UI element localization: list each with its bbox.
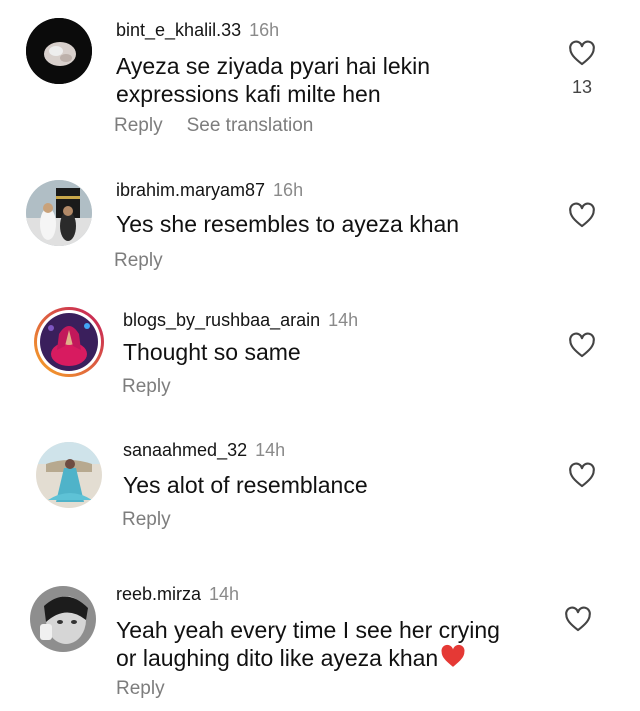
see-translation-button[interactable]: See translation xyxy=(187,115,314,136)
comment-text: Yes alot of resemblance xyxy=(123,471,368,499)
comment-actions: Reply xyxy=(116,678,165,700)
comment-text-line: or laughing dito like ayeza khan xyxy=(116,645,439,671)
username-link[interactable]: blogs_by_rushbaa_arain xyxy=(123,310,320,330)
comment-text-line: Yes she resembles to ayeza khan xyxy=(116,211,460,237)
heart-outline-icon[interactable] xyxy=(568,40,596,66)
avatar-image xyxy=(26,18,92,84)
avatar[interactable] xyxy=(36,442,102,508)
comment-item: sanaahmed_32 14h Yes alot of resemblance … xyxy=(0,420,640,570)
comment-actions: Reply See translation xyxy=(114,115,313,137)
comment-header: sanaahmed_32 14h xyxy=(123,440,285,461)
avatar-image xyxy=(26,180,92,246)
timestamp: 14h xyxy=(255,440,286,460)
reply-button[interactable]: Reply xyxy=(116,678,165,699)
heart-outline-icon[interactable] xyxy=(568,332,596,358)
comment-text: Yes she resembles to ayeza khan xyxy=(116,210,459,238)
comment-actions: Reply xyxy=(114,250,163,272)
reply-button[interactable]: Reply xyxy=(114,250,163,271)
comment-text-line: Thought so same xyxy=(123,339,301,365)
comment-header: reeb.mirza 14h xyxy=(116,584,239,605)
comment-header: blogs_by_rushbaa_arain 14h xyxy=(123,310,358,331)
avatar-image xyxy=(36,442,102,508)
username-link[interactable]: sanaahmed_32 xyxy=(123,440,247,460)
comment-text-line: Yeah yeah every time I see her crying xyxy=(116,617,500,643)
comment-text-line: Ayeza se ziyada pyari hai lekin xyxy=(116,53,431,79)
reply-button[interactable]: Reply xyxy=(122,376,171,397)
avatar-image xyxy=(34,307,104,377)
reply-button[interactable]: Reply xyxy=(114,115,163,136)
comment-header: ibrahim.maryam87 16h xyxy=(116,180,303,201)
reply-button[interactable]: Reply xyxy=(122,509,171,530)
username-link[interactable]: ibrahim.maryam87 xyxy=(116,180,265,200)
timestamp: 16h xyxy=(249,20,280,40)
comment-text: Thought so same xyxy=(123,338,301,366)
comment-item: bint_e_khalil.33 16h Ayeza se ziyada pyar… xyxy=(0,0,640,160)
username-link[interactable]: reeb.mirza xyxy=(116,584,201,604)
comment-text-line: Yes alot of resemblance xyxy=(123,472,368,498)
comment-text: Yeah yeah every time I see her crying or… xyxy=(116,616,500,674)
avatar[interactable] xyxy=(30,586,96,652)
avatar[interactable] xyxy=(26,18,92,84)
avatar[interactable] xyxy=(26,180,92,246)
comment-actions: Reply xyxy=(122,376,171,398)
timestamp: 14h xyxy=(328,310,359,330)
timestamp: 14h xyxy=(209,584,240,604)
comment-header: bint_e_khalil.33 16h xyxy=(116,20,279,41)
username-link[interactable]: bint_e_khalil.33 xyxy=(116,20,241,40)
comment-actions: Reply xyxy=(122,509,171,531)
comment-item: reeb.mirza 14h Yeah yeah every time I see… xyxy=(0,570,640,711)
red-heart-emoji xyxy=(440,644,466,674)
timestamp: 16h xyxy=(273,180,304,200)
heart-outline-icon[interactable] xyxy=(568,462,596,488)
heart-outline-icon[interactable] xyxy=(564,606,592,632)
comment-item: ibrahim.maryam87 16h Yes she resembles to… xyxy=(0,160,640,290)
like-count: 13 xyxy=(571,77,593,97)
comment-text-line: expressions kafi milte hen xyxy=(116,81,381,107)
avatar[interactable] xyxy=(33,306,105,378)
comment-text: Ayeza se ziyada pyari hai lekin expressi… xyxy=(116,52,430,108)
avatar-image xyxy=(30,586,96,652)
heart-outline-icon[interactable] xyxy=(568,202,596,228)
comment-item: blogs_by_rushbaa_arain 14h Thought so sam… xyxy=(0,290,640,420)
